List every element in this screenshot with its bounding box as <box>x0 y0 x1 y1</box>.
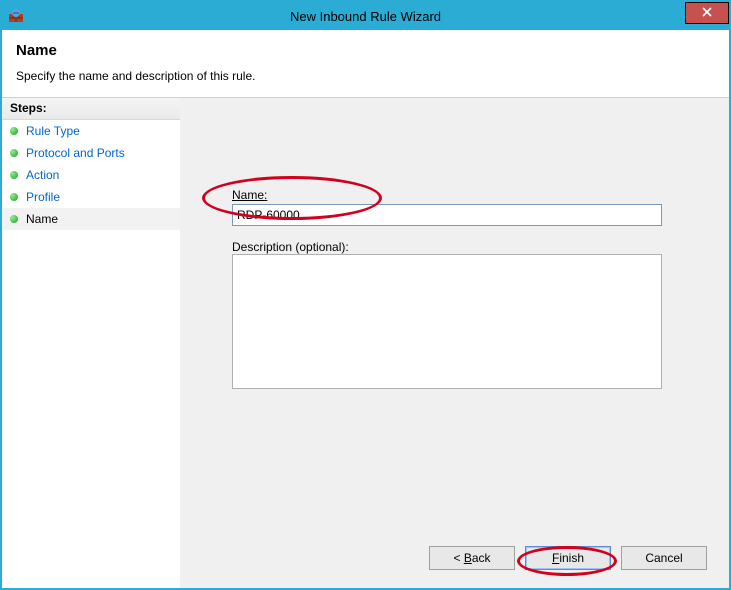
back-button[interactable]: < Back <box>429 546 515 570</box>
description-label: Description (optional): <box>232 240 677 254</box>
steps-header: Steps: <box>2 98 180 120</box>
step-rule-type[interactable]: Rule Type <box>2 120 180 142</box>
name-label: Name: <box>232 188 677 202</box>
page-title: Name <box>16 42 715 59</box>
close-icon <box>702 6 712 20</box>
description-textarea[interactable] <box>232 254 662 389</box>
name-input[interactable] <box>232 204 662 226</box>
body: Steps: Rule Type Protocol and Ports Acti… <box>2 97 729 588</box>
bullet-icon <box>10 127 18 135</box>
window-title: New Inbound Rule Wizard <box>2 9 729 24</box>
bullet-icon <box>10 215 18 223</box>
finish-button[interactable]: Finish <box>525 546 611 570</box>
step-protocol-and-ports[interactable]: Protocol and Ports <box>2 142 180 164</box>
steps-sidebar: Steps: Rule Type Protocol and Ports Acti… <box>2 98 180 588</box>
titlebar[interactable]: New Inbound Rule Wizard <box>2 2 729 30</box>
step-label: Action <box>26 168 59 182</box>
bullet-icon <box>10 171 18 179</box>
header: Name Specify the name and description of… <box>2 30 729 97</box>
step-label: Name <box>26 212 58 226</box>
cancel-button[interactable]: Cancel <box>621 546 707 570</box>
step-label: Profile <box>26 190 60 204</box>
wizard-window: New Inbound Rule Wizard Name Specify the… <box>0 0 731 590</box>
bullet-icon <box>10 193 18 201</box>
step-label: Protocol and Ports <box>26 146 125 160</box>
close-button[interactable] <box>685 2 729 24</box>
button-row: < Back Finish Cancel <box>180 536 729 588</box>
page-subtitle: Specify the name and description of this… <box>16 69 715 83</box>
step-label: Rule Type <box>26 124 80 138</box>
step-name[interactable]: Name <box>2 208 180 230</box>
bullet-icon <box>10 149 18 157</box>
content-pane: Name: Description (optional): < Back Fin… <box>180 98 729 588</box>
step-profile[interactable]: Profile <box>2 186 180 208</box>
firewall-icon <box>8 8 24 24</box>
step-action[interactable]: Action <box>2 164 180 186</box>
form-area: Name: Description (optional): <box>180 98 729 536</box>
